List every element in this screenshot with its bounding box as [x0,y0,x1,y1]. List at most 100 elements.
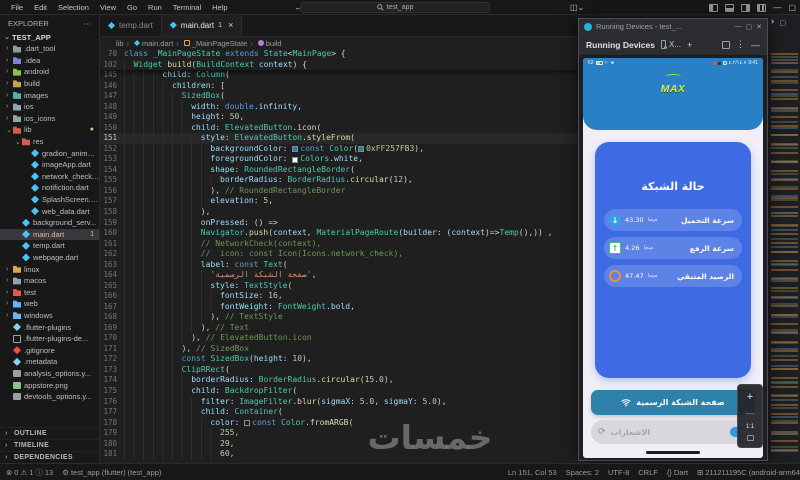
kebab-menu-icon[interactable]: ⋮ [736,39,745,50]
cursor-position[interactable]: Ln 151, Col 53 [508,468,557,477]
stat-icon [609,214,621,226]
add-device-button[interactable]: + [687,40,692,50]
launch-config[interactable]: ⚙ test_app (flutter) (test_app) [62,468,161,477]
breadcrumb-item[interactable]: lib [108,39,124,48]
explorer-item[interactable]: .gitignore [0,344,99,356]
tab-main-dart[interactable]: main.dart 1 × [161,15,243,36]
indent-guides [124,217,201,229]
code-token: const [181,354,211,364]
toggle-secondary-sidebar-icon[interactable] [741,3,751,12]
line-number: 157 [103,196,117,206]
explorer-item[interactable]: ⌄ res [0,136,99,148]
explorer-item[interactable]: notifiction.dart [0,182,99,194]
code-viewport[interactable]: 70 class _MainPageState extends State < Mai… [100,49,578,460]
tab-label: temp.dart [119,21,153,30]
breadcrumb-item[interactable]: _MainPageState [176,39,247,48]
explorer-item[interactable]: appstore.png [0,379,99,391]
breadcrumb-item[interactable]: main.dart [127,39,173,48]
code-token: // TextStyle [224,312,283,322]
menu-item[interactable]: Go [122,3,142,12]
explorer-item[interactable]: › images [0,89,99,101]
sidebar-section-header[interactable]: › DEPENDENCIES [0,451,99,463]
explorer-item[interactable]: temp.dart [0,240,99,252]
explorer-item[interactable]: web_data.dart [0,205,99,217]
explorer-item[interactable]: › .dart_tool [0,43,99,55]
breadcrumb-item[interactable]: build [250,39,282,48]
menu-item[interactable]: File [6,3,28,12]
toggle-panel-icon[interactable] [725,3,735,12]
device-tab[interactable]: X... [660,40,681,49]
code-line: 172 const SizedBox(height: 10), [100,354,578,365]
run-icon: ⏵ [771,19,775,26]
menu-item[interactable]: Selection [53,3,94,12]
color-swatch [292,146,299,153]
minimize-button[interactable]: — [773,3,781,12]
explorer-item[interactable]: imageApp.dart [0,159,99,171]
menu-item[interactable]: View [95,3,121,12]
code-line: 147 SizedBox( [100,91,578,102]
code-token: BorderRadius [287,175,346,185]
explorer-item[interactable]: › android [0,66,99,78]
panel-minimize-button[interactable]: — [735,23,742,30]
maximize-button[interactable]: ▢ [788,3,796,12]
menu-item[interactable]: Run [143,3,167,12]
explorer-item[interactable]: main.dart 1 [0,228,99,241]
explorer-item[interactable]: › web [0,298,99,310]
menu-item[interactable]: Terminal [168,3,206,12]
panel-maximize-button[interactable]: ▢ [746,23,753,31]
explorer-root[interactable]: ⌄ TEST_APP [0,31,99,43]
device-screen[interactable]: 62 ≈ ◄ ٤.٢/١٤.٧ 9:41 MAX حالة الشبكة ↓ 4… [583,58,763,458]
explorer-item[interactable]: › windows [0,310,99,322]
explorer-item[interactable]: .metadata [0,356,99,368]
language-mode[interactable]: {} Dart [667,468,688,477]
command-center-search[interactable]: test_app [300,2,490,13]
explorer-item[interactable]: .flutter-plugins [0,321,99,333]
explorer-item[interactable]: network_check... [0,171,99,183]
code-line: 149 height: 50, [100,112,578,123]
explorer-item[interactable]: › macos [0,275,99,287]
zoom-out-button[interactable]: — [746,408,755,418]
explorer-item-label: android [24,67,50,77]
close-tab-icon[interactable]: × [228,20,233,30]
explorer-item[interactable]: › test [0,286,99,298]
code-token: : [248,375,259,385]
sidebar-section-header[interactable]: › TIMELINE [0,439,99,451]
menu-item[interactable]: Edit [29,3,52,12]
problems-indicator[interactable]: ⊗ 0 ⚠ 1 ⓘ 13 [6,467,53,478]
toggle-sidebar-icon[interactable] [709,3,719,12]
explorer-item[interactable]: analysis_options.y... [0,368,99,380]
explorer-item[interactable]: › .idea [0,55,99,67]
float-window-icon[interactable] [722,40,730,49]
indent-guides [124,122,192,134]
file-icon [13,80,21,88]
explorer-item[interactable]: › linux [0,263,99,275]
menu-item[interactable]: Help [207,3,232,12]
eol-sequence[interactable]: CRLF [638,468,658,477]
explorer-item[interactable]: devtools_options.y... [0,391,99,403]
hide-panel-icon[interactable]: — [751,40,760,50]
encoding[interactable]: UTF-8 [608,468,629,477]
explorer-item[interactable]: SplashScreen.d... [0,194,99,206]
code-token: child [191,122,216,132]
explorer-item[interactable]: background_serv... [0,217,99,229]
tab-temp-dart[interactable]: temp.dart [100,15,162,36]
split-editor-icon[interactable]: ◫⌄ [570,3,584,12]
zoom-in-button[interactable]: + [747,391,753,403]
explorer-item[interactable]: › ios [0,101,99,113]
device-selector[interactable]: ⊞ 211211195C (android-arm64 [697,468,800,477]
customize-layout-icon[interactable] [757,3,767,12]
more-actions-icon[interactable]: ⋯ [84,19,92,28]
indentation[interactable]: Spaces: 2 [566,468,599,477]
explorer-item[interactable]: gradion_animat... [0,147,99,159]
official-network-page-button[interactable]: صفحة الشبكة الرسمية [591,390,755,415]
sidebar-section-header[interactable]: › OUTLINE [0,427,99,439]
explorer-item[interactable]: webpage.dart [0,252,99,264]
explorer-item[interactable]: ⌄ lib ● [0,124,99,136]
wifi-icon [621,399,631,407]
explorer-item[interactable]: › ios_icons [0,113,99,125]
explorer-item[interactable]: .flutter-plugins-de... [0,333,99,345]
explorer-item[interactable]: › build [0,78,99,90]
screenshot-icon[interactable] [746,435,754,442]
zoom-reset-button[interactable]: 1:1 [746,424,754,430]
panel-close-button[interactable]: ✕ [756,23,762,31]
